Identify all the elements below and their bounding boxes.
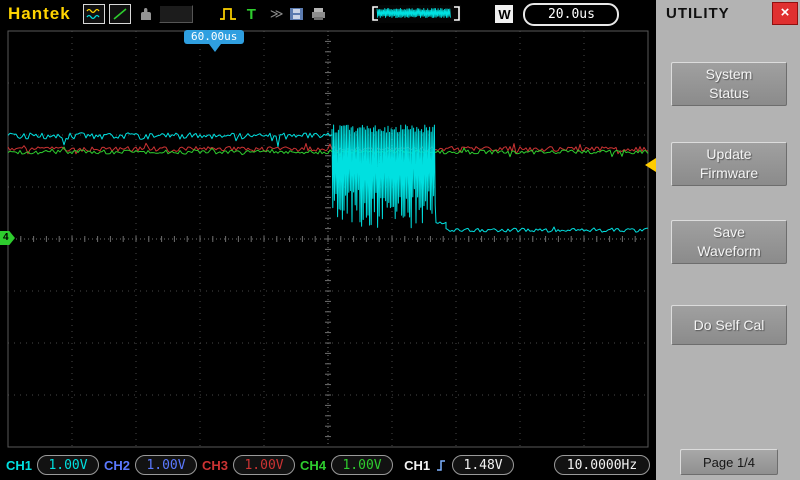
timebase-readout[interactable]: 20.0us: [523, 2, 620, 26]
scope-display: 60.00us 4: [0, 28, 656, 450]
ch3-scale-value: 1.00V: [244, 457, 284, 473]
ch4-label: CH4: [300, 457, 327, 473]
trigger-level-readout: 1.48V: [452, 455, 515, 475]
hand-icon: [140, 7, 151, 20]
print-icon[interactable]: [310, 7, 327, 21]
hand-tool-icon[interactable]: [137, 7, 153, 22]
ch2-scale-readout: 1.00V: [135, 455, 198, 475]
ch1-scale-value: 1.00V: [48, 457, 88, 473]
frequency-value: 10.0000Hz: [566, 457, 638, 473]
save-icon[interactable]: [289, 7, 304, 21]
system-status-button[interactable]: System Status: [671, 62, 787, 106]
page-indicator-button[interactable]: Page 1/4: [680, 449, 778, 475]
trigger-position-tag[interactable]: 60.00us: [184, 30, 245, 44]
ch1-label: CH1: [6, 457, 33, 473]
acquire-mode-dropdown[interactable]: [158, 5, 193, 23]
trigger-t-label: T: [246, 5, 256, 23]
do-self-cal-button[interactable]: Do Self Cal: [671, 305, 787, 345]
channel4-marker-label: 4: [3, 232, 9, 243]
cursor-measure-icon[interactable]: [108, 4, 131, 24]
oscilloscope-screen: Hantek T ≫ W 20.0us 60.00us 4 CH1 1.00V …: [0, 0, 800, 480]
top-toolbar: Hantek T ≫ W 20.0us: [0, 0, 656, 28]
diagonal-line-icon: [113, 8, 127, 20]
utility-title: UTILITY: [666, 5, 730, 22]
ch1-scale-readout: 1.00V: [37, 455, 100, 475]
ch2-label: CH2: [104, 457, 131, 473]
channel-waveforms-icon[interactable]: [82, 4, 105, 24]
trigger-slope-icon: [437, 460, 446, 471]
pulse-icon: [219, 8, 236, 20]
run-control-icon[interactable]: ≫: [270, 6, 284, 22]
trigger-menu-icon[interactable]: [219, 6, 239, 22]
update-firmware-button[interactable]: Update Firmware: [671, 142, 787, 186]
window-mode-button[interactable]: W: [495, 5, 514, 23]
brand-logo: Hantek: [8, 4, 71, 23]
graticule-waveform-svg: [7, 30, 649, 448]
trigger-level-value: 1.48V: [463, 457, 503, 473]
preview-waveform-icon: [372, 6, 461, 21]
utility-panel: UTILITY × System Status Update Firmware …: [656, 0, 800, 480]
dual-wave-icon: [86, 8, 100, 20]
trigger-level-arrow-icon[interactable]: [645, 158, 656, 172]
ch3-scale-readout: 1.00V: [233, 455, 296, 475]
trigger-position-pointer-icon: [209, 44, 221, 52]
trigger-source-label: CH1: [404, 457, 431, 473]
printer-icon: [312, 8, 326, 20]
statusbar: CH1 1.00V CH2 1.00V CH3 1.00V CH4 1.00V …: [0, 450, 656, 480]
utility-header: UTILITY ×: [656, 0, 800, 28]
ch4-scale-value: 1.00V: [342, 457, 382, 473]
ch4-scale-readout: 1.00V: [331, 455, 394, 475]
floppy-disk-icon: [290, 8, 304, 20]
frequency-readout: 10.0000Hz: [554, 455, 650, 475]
save-waveform-button[interactable]: Save Waveform: [671, 220, 787, 264]
record-waveform-preview[interactable]: [371, 5, 462, 23]
close-button[interactable]: ×: [772, 2, 798, 25]
ch2-scale-value: 1.00V: [146, 457, 186, 473]
trigger-position-label: 60.00us: [191, 30, 238, 43]
ch3-label: CH3: [202, 457, 229, 473]
